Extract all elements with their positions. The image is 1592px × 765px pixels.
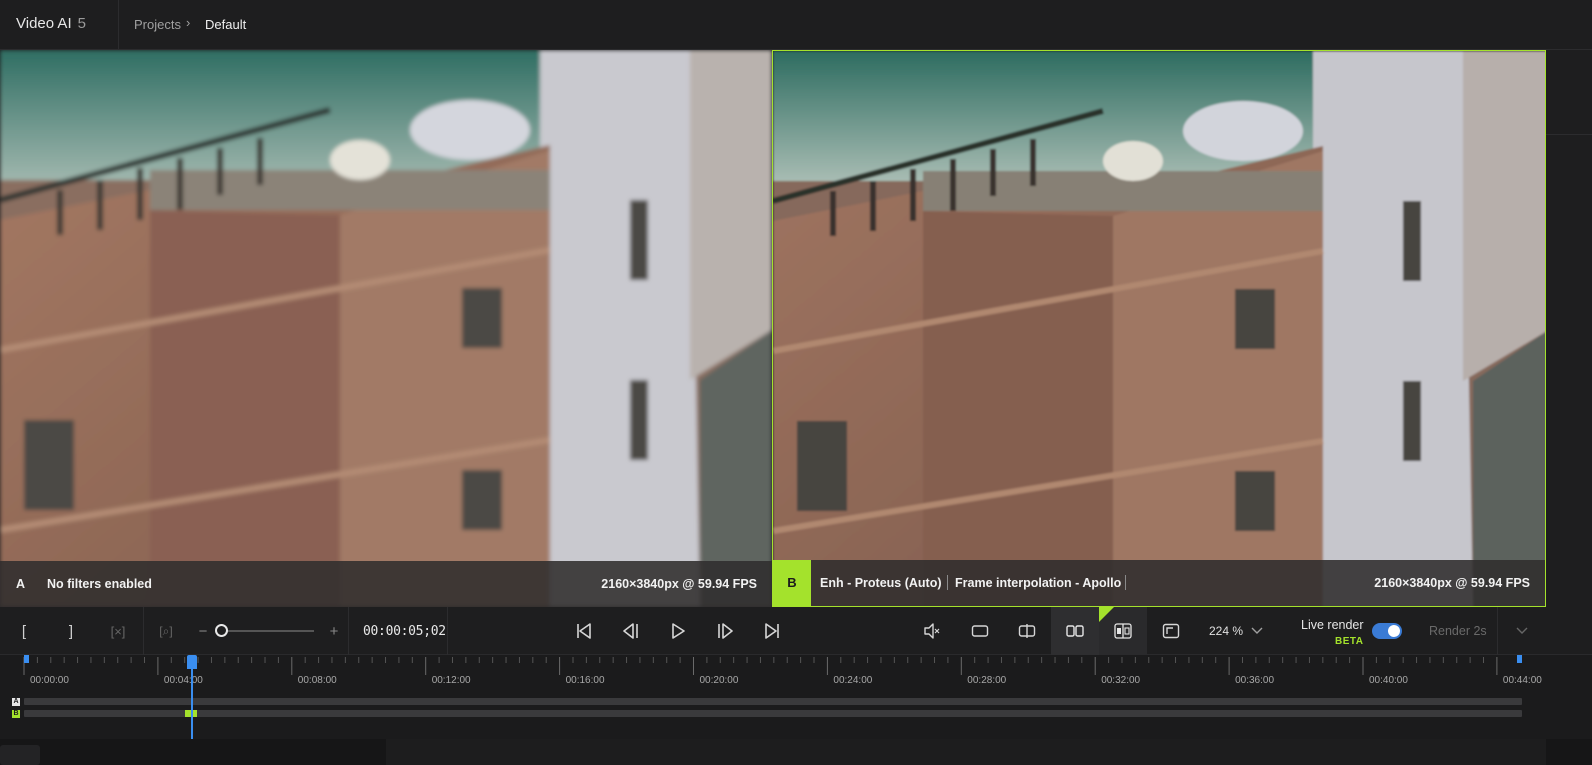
breadcrumb-projects[interactable]: Projects [134, 17, 181, 32]
divider [447, 607, 448, 655]
ruler-tick-label: 00:16:00 [565, 675, 605, 686]
single-view-icon[interactable] [966, 607, 994, 655]
mark-in-button[interactable]: [ [10, 607, 38, 655]
breadcrumb-chevron-icon: › [186, 15, 191, 30]
mute-icon[interactable] [918, 607, 946, 655]
panel-content [386, 739, 1546, 765]
prev-frame-icon[interactable] [617, 607, 645, 655]
split-view-icon[interactable] [1013, 607, 1041, 655]
ruler-tick-label: 00:08:00 [297, 675, 337, 686]
viewer-b[interactable]: B Enh - Proteus (Auto) Frame interpolati… [772, 50, 1546, 607]
viewer-b-infobar: B Enh - Proteus (Auto) Frame interpolati… [773, 560, 1545, 606]
divider [143, 607, 144, 655]
mark-out-button[interactable]: ] [57, 607, 85, 655]
next-frame-icon[interactable] [711, 607, 739, 655]
filter-status: No filters enabled [47, 577, 152, 591]
resolution-label: 2160×3840px @ 59.94 FPS [1374, 576, 1530, 590]
app-version: 5 [77, 15, 86, 32]
crop-icon[interactable] [1157, 607, 1185, 655]
timeline-ruler [23, 657, 1498, 675]
clear-marks-button[interactable]: [×] [104, 607, 132, 655]
slider-knob[interactable] [215, 624, 228, 637]
zoom-out-button[interactable]: − [194, 607, 212, 655]
track-b[interactable] [24, 710, 1522, 717]
side-by-side-icon[interactable] [1061, 607, 1089, 655]
compare-marker [1099, 607, 1114, 622]
divider [947, 575, 948, 590]
ruler-tick-label: 00:36:00 [1235, 675, 1275, 686]
preview-image-enhanced [773, 51, 1545, 606]
resolution-label: 2160×3840px @ 59.94 FPS [601, 577, 757, 591]
track-b-label: B [12, 710, 20, 718]
out-point-marker[interactable] [1517, 655, 1522, 663]
live-render-toggle[interactable] [1372, 623, 1402, 639]
viewer-a-infobar: A No filters enabled 2160×3840px @ 59.94… [0, 561, 772, 607]
panel-tab[interactable] [0, 745, 40, 765]
in-point-marker[interactable] [24, 655, 29, 663]
filter-frame-interpolation: Frame interpolation - Apollo [955, 576, 1122, 590]
playhead-handle[interactable] [187, 655, 197, 669]
filter-enhancement: Enh - Proteus (Auto) [820, 576, 942, 590]
divider [1497, 607, 1498, 655]
ruler-tick-label: 00:40:00 [1369, 675, 1408, 686]
breadcrumb-current: Default [205, 17, 247, 32]
zoom-to-fit-button[interactable]: [⌕] [152, 607, 180, 655]
ruler-tick-label: 00:12:00 [431, 675, 471, 686]
ruler-tick-label: 00:04:00 [163, 675, 203, 686]
timecode-display[interactable]: 00:00:05;02 [363, 624, 446, 639]
live-render-label: Live render [1301, 618, 1364, 632]
divider [118, 0, 119, 50]
playback-controls: [ ] [×] [⌕] − + 00:00:05;02 224 % Live r… [0, 607, 1592, 655]
timeline[interactable]: 00:00:00 00:04:00 00:08:00 00:12:00 00:16:00… [0, 655, 1592, 739]
track-a-label: A [12, 698, 20, 706]
ruler-tick-label: 00:28:00 [967, 675, 1007, 686]
render-button[interactable]: Render 2s [1429, 624, 1487, 638]
viewer-letter-a: A [16, 577, 26, 591]
viewer-letter-b: B [773, 560, 811, 606]
ruler-tick-label: 00:24:00 [833, 675, 873, 686]
ruler-tick-label: 00:32:00 [1101, 675, 1141, 686]
divider [1546, 134, 1592, 135]
zoom-level[interactable]: 224 % [1209, 624, 1243, 638]
skip-start-icon[interactable] [570, 607, 598, 655]
viewer-a[interactable]: A No filters enabled 2160×3840px @ 59.94… [0, 50, 772, 607]
timeline-zoom-slider[interactable] [222, 630, 314, 632]
zoom-in-button[interactable]: + [325, 607, 343, 655]
top-bar: Video AI 5 Projects › Default [0, 0, 1592, 50]
divider [348, 607, 349, 655]
bottom-panel [0, 739, 1592, 765]
chevron-down-icon[interactable] [1248, 607, 1266, 655]
divider [1125, 575, 1126, 590]
app-name: Video AI [16, 15, 72, 32]
ruler-tick-label: 00:00:00 [30, 675, 69, 686]
toggle-knob [1388, 625, 1400, 637]
track-a[interactable] [24, 698, 1522, 705]
app-title: Video AI 5 [16, 15, 86, 32]
ruler-tick-label: 00:20:00 [699, 675, 739, 686]
play-icon[interactable] [664, 607, 692, 655]
preview-image-original [0, 50, 772, 607]
beta-badge: BETA [1335, 636, 1364, 647]
skip-end-icon[interactable] [758, 607, 786, 655]
expand-chevron-icon[interactable] [1512, 607, 1532, 655]
right-panel-edge [1546, 50, 1592, 607]
ruler-tick-label: 00:44:00 [1502, 675, 1542, 686]
